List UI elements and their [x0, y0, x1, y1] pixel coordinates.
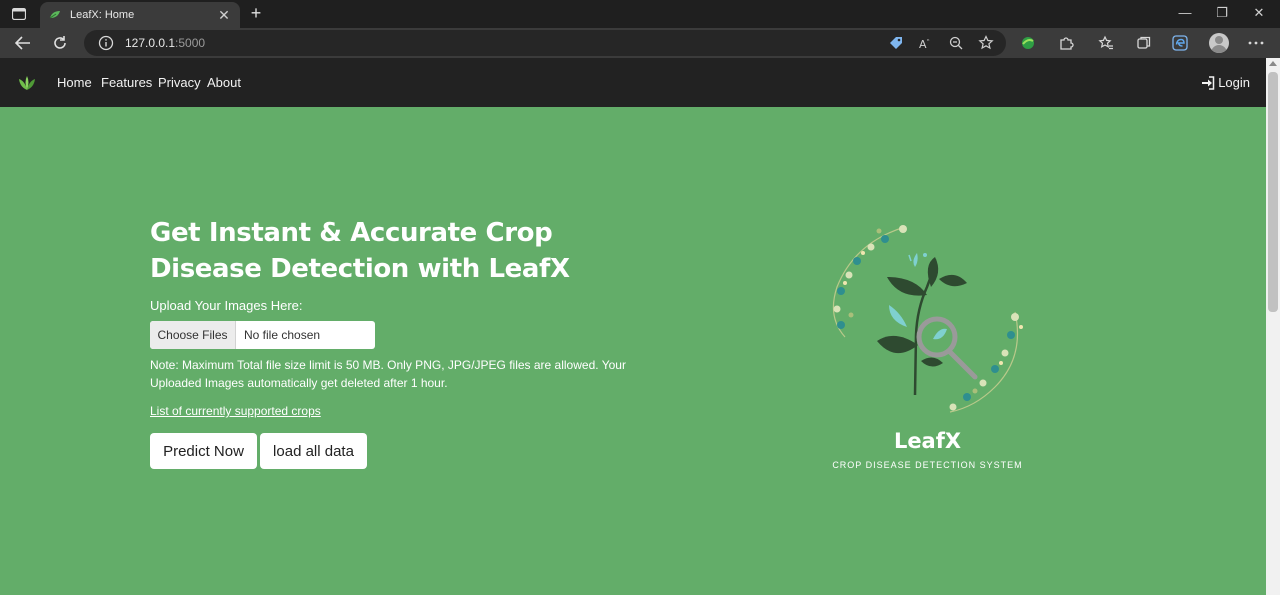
profile-head [1215, 36, 1223, 44]
scroll-up-arrow-icon[interactable] [1269, 61, 1277, 66]
supported-crops-link[interactable]: List of currently supported crops [150, 404, 321, 418]
file-upload-input[interactable]: Choose Files No file chosen [150, 321, 375, 349]
url-host: 127.0.0.1 [125, 36, 176, 50]
url-text: 127.0.0.1:5000 [125, 36, 205, 50]
more-icon[interactable] [1246, 33, 1266, 53]
site-navbar: Home Features Privacy About Login [0, 58, 1266, 107]
file-status-text: No file chosen [244, 328, 321, 342]
upload-note: Note: Maximum Total file size limit is 5… [150, 358, 626, 390]
nav-about[interactable]: About [207, 75, 241, 90]
tab-actions-icon[interactable] [8, 5, 30, 23]
collections-icon[interactable] [1134, 33, 1154, 53]
url-port: :5000 [175, 36, 206, 50]
zoom-icon[interactable] [948, 35, 964, 51]
restore-button[interactable]: ❐ [1211, 4, 1233, 22]
load-all-data-button[interactable]: load all data [260, 433, 367, 469]
scroll-thumb[interactable] [1268, 72, 1278, 312]
tab-close-icon[interactable]: ✕ [216, 7, 232, 24]
login-label: Login [1218, 75, 1250, 90]
leaf-favicon-icon [48, 8, 62, 22]
browser-toolbar: 127.0.0.1:5000 Aⁿ [0, 28, 1280, 58]
nav-features[interactable]: Features [101, 75, 152, 90]
read-aloud-icon[interactable]: Aⁿ [918, 35, 934, 51]
puzzle-icon[interactable] [1056, 33, 1076, 53]
close-window-button[interactable]: ✕ [1248, 4, 1270, 22]
back-arrow-icon[interactable] [12, 32, 34, 54]
new-tab-button[interactable]: + [246, 3, 266, 23]
minimize-button[interactable]: — [1174, 4, 1196, 22]
profile-body [1211, 45, 1227, 53]
profile-icon[interactable] [1209, 33, 1229, 53]
upload-label: Upload Your Images Here: [150, 298, 303, 313]
brand-leaf-icon[interactable] [17, 73, 37, 93]
login-link[interactable]: Login [1201, 75, 1250, 90]
predict-now-button[interactable]: Predict Now [150, 433, 257, 469]
add-favorite-icon[interactable] [978, 35, 994, 51]
site-info-icon[interactable] [98, 35, 114, 51]
tag-icon[interactable] [888, 35, 904, 51]
choose-files-button[interactable]: Choose Files [150, 321, 236, 349]
page-scrollbar[interactable] [1266, 58, 1280, 595]
tab-title: LeafX: Home [70, 9, 135, 21]
browser-tab-strip: LeafX: Home ✕ + — ❐ ✕ [0, 0, 1280, 28]
svg-text:ⁿ: ⁿ [927, 38, 930, 45]
extension-icon[interactable] [1018, 33, 1038, 53]
favorites-icon[interactable] [1096, 33, 1116, 53]
svg-text:A: A [919, 38, 927, 51]
page-viewport: Home Features Privacy About Login Get In… [0, 58, 1280, 595]
leafx-logo-graphic [832, 225, 1023, 413]
browser-tab[interactable]: LeafX: Home ✕ [40, 2, 240, 28]
logo-wordmark: LeafX [893, 429, 962, 453]
hero-section: Get Instant & Accurate Crop Disease Dete… [0, 107, 1266, 595]
address-bar[interactable]: 127.0.0.1:5000 Aⁿ [84, 30, 1006, 56]
logo-tagline: CROP DISEASE DETECTION SYSTEM [832, 460, 1023, 470]
refresh-icon[interactable] [49, 32, 71, 54]
edge-icon[interactable] [1170, 33, 1190, 53]
nav-home[interactable]: Home [57, 75, 92, 90]
nav-privacy[interactable]: Privacy [158, 75, 201, 90]
leafx-logo: LeafX CROP DISEASE DETECTION SYSTEM [815, 217, 1040, 482]
magnifier-graphic [916, 316, 978, 380]
sign-in-icon [1202, 75, 1215, 90]
hero-headline: Get Instant & Accurate Crop Disease Dete… [150, 218, 570, 284]
